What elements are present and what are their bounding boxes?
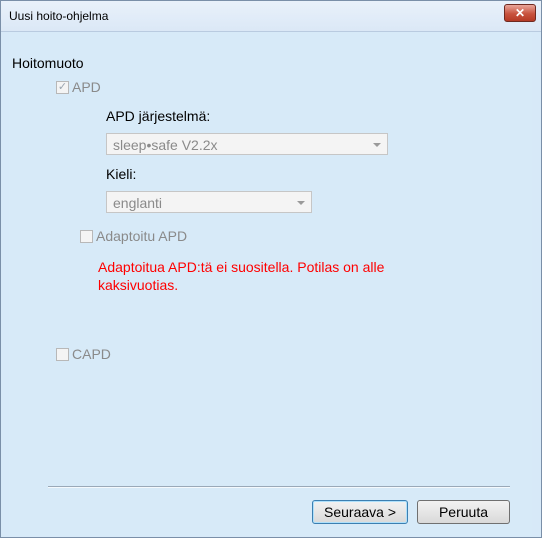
capd-label: CAPD [72, 346, 111, 362]
title-bar[interactable]: Uusi hoito-ohjelma ✕ [1, 1, 541, 32]
capd-checkbox-row[interactable]: CAPD [56, 346, 111, 362]
footer-divider [48, 486, 510, 487]
chevron-down-icon [297, 201, 305, 205]
chevron-down-icon [373, 143, 381, 147]
close-icon: ✕ [514, 6, 526, 20]
apd-checkbox[interactable]: ✓ [56, 80, 69, 94]
apd-label: APD [72, 79, 101, 95]
apd-checkbox-row[interactable]: ✓ APD [56, 79, 101, 95]
window-title: Uusi hoito-ohjelma [9, 9, 109, 23]
adapted-apd-checkbox-row[interactable]: Adaptoitu APD [80, 228, 187, 244]
section-label-treatment-mode: Hoitomuoto [12, 55, 84, 71]
apd-system-label: APD järjestelmä: [106, 108, 211, 124]
language-value: englanti [113, 195, 163, 211]
warning-message: Adaptoitua APD:tä ei suositella. Potilas… [98, 259, 385, 293]
apd-system-value: sleep•safe V2.2x [113, 137, 218, 153]
language-label: Kieli: [106, 166, 137, 182]
capd-checkbox[interactable] [56, 347, 69, 361]
close-button[interactable]: ✕ [504, 4, 536, 22]
adapted-apd-label: Adaptoitu APD [96, 228, 188, 244]
next-button[interactable]: Seuraava > [312, 500, 408, 524]
apd-system-select[interactable]: sleep•safe V2.2x [106, 133, 388, 155]
adapted-apd-checkbox[interactable] [80, 229, 93, 243]
language-select[interactable]: englanti [106, 191, 312, 213]
cancel-button[interactable]: Peruuta [417, 500, 510, 524]
checkmark-icon: ✓ [57, 80, 68, 93]
